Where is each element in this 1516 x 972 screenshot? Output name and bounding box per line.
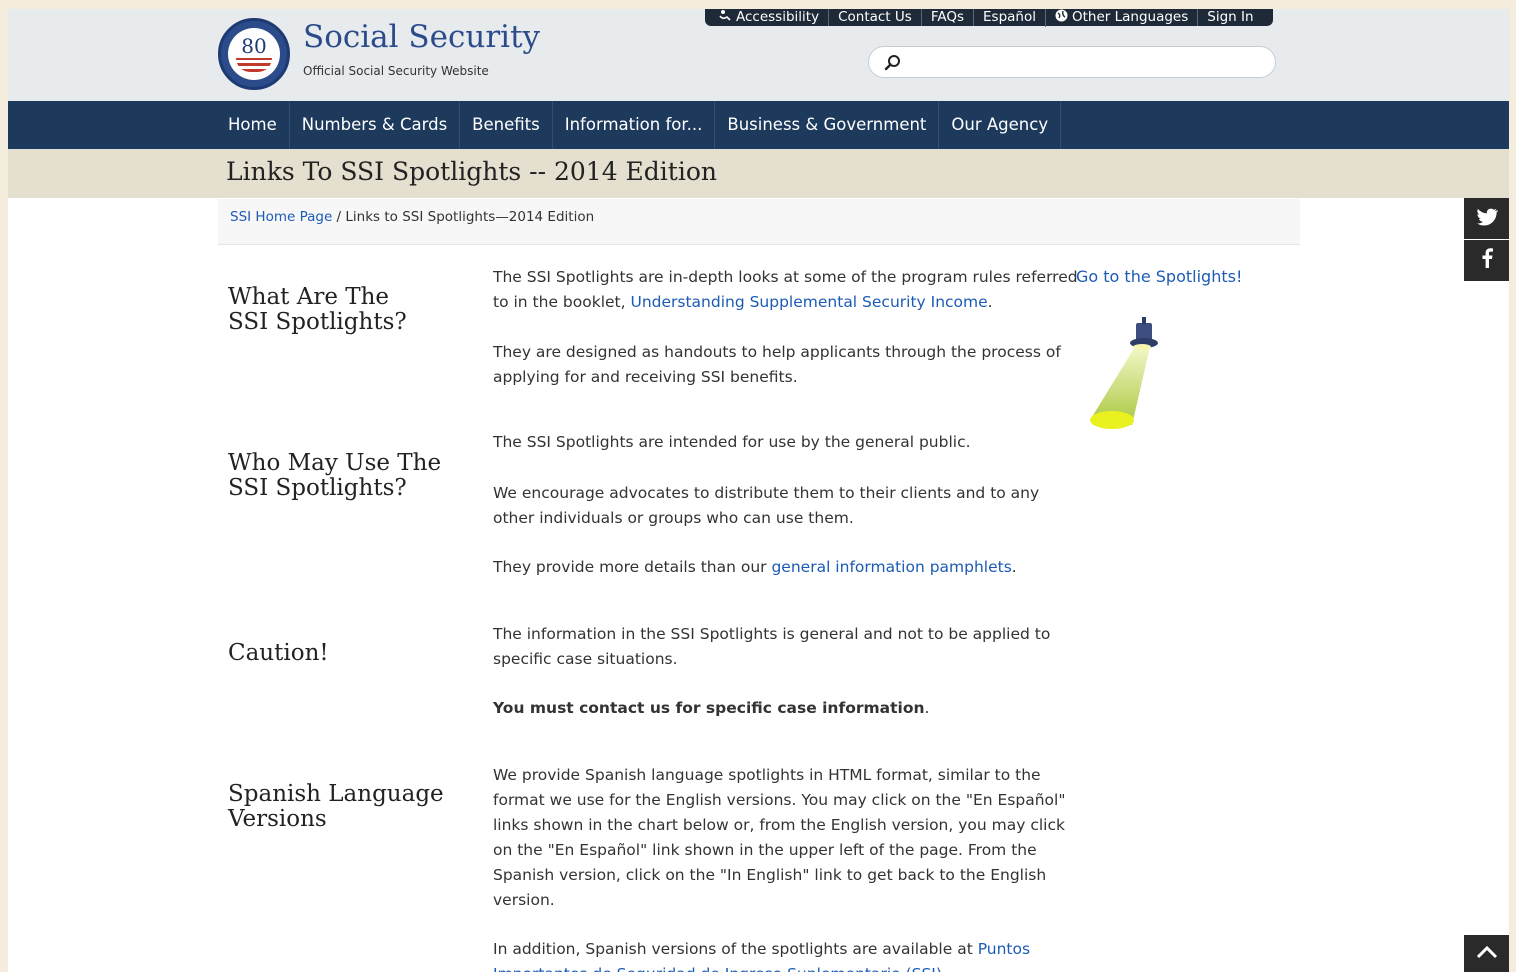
site-header: 80 Social Security Official Social Secur… bbox=[8, 9, 1509, 101]
search-box bbox=[868, 46, 1276, 78]
utility-link-espanol[interactable]: Español bbox=[973, 9, 1045, 26]
who-paragraph-2: We encourage advocates to distribute the… bbox=[493, 484, 1040, 527]
caution-paragraph-1: The information in the SSI Spotlights is… bbox=[493, 625, 1051, 668]
title-band: Links To SSI Spotlights -- 2014 Edition bbox=[8, 149, 1509, 198]
what-paragraph-2: They are designed as handouts to help ap… bbox=[493, 343, 1061, 386]
nav-item-benefits[interactable]: Benefits bbox=[460, 101, 553, 149]
facebook-share-button[interactable] bbox=[1464, 240, 1509, 281]
nav-item-information-for[interactable]: Information for... bbox=[553, 101, 716, 149]
spotlight-lamp-image[interactable] bbox=[1078, 317, 1178, 432]
nav-item-business-government[interactable]: Business & Government bbox=[715, 101, 940, 149]
main-nav: Home Numbers & Cards Benefits Informatio… bbox=[8, 101, 1509, 149]
caution-paragraph-2: You must contact us for specific case in… bbox=[493, 699, 930, 717]
seal-anniversary-number: 80 bbox=[241, 34, 267, 58]
utility-link-sign-in[interactable]: Sign In bbox=[1197, 9, 1262, 26]
general-information-pamphlets-link[interactable]: general information pamphlets bbox=[771, 558, 1011, 576]
utility-nav: Accessibility Contact Us FAQs Español Ot… bbox=[705, 9, 1273, 27]
section-heading-who: Who May Use The SSI Spotlights? bbox=[228, 450, 442, 501]
breadcrumb: SSI Home Page / Links to SSI Spotlights—… bbox=[218, 199, 1300, 245]
spanish-paragraph-1: We provide Spanish language spotlights i… bbox=[493, 766, 1066, 909]
section-heading-what: What Are The SSI Spotlights? bbox=[228, 284, 407, 335]
search-icon[interactable] bbox=[883, 53, 903, 73]
who-paragraph-1: The SSI Spotlights are intended for use … bbox=[493, 433, 971, 451]
nav-item-our-agency[interactable]: Our Agency bbox=[939, 101, 1062, 149]
breadcrumb-separator: / bbox=[332, 209, 346, 225]
utility-link-other-languages[interactable]: Other Languages bbox=[1044, 9, 1197, 27]
understanding-ssi-link[interactable]: Understanding Supplemental Security Inco… bbox=[630, 293, 987, 311]
go-to-spotlights-link[interactable]: Go to the Spotlights! bbox=[1076, 267, 1242, 286]
nav-item-numbers-cards[interactable]: Numbers & Cards bbox=[290, 101, 461, 149]
what-paragraph-1: The SSI Spotlights are in-depth looks at… bbox=[493, 268, 1078, 311]
breadcrumb-home-link[interactable]: SSI Home Page bbox=[230, 209, 332, 225]
back-to-top-button[interactable] bbox=[1464, 935, 1509, 972]
accessibility-icon bbox=[718, 9, 732, 26]
twitter-share-button[interactable] bbox=[1464, 198, 1509, 239]
brand-subtitle: Official Social Security Website bbox=[303, 64, 489, 78]
search-input[interactable] bbox=[911, 51, 1265, 75]
breadcrumb-current: Links to SSI Spotlights—2014 Edition bbox=[345, 209, 595, 225]
section-heading-caution: Caution! bbox=[228, 640, 329, 666]
who-paragraph-3: They provide more details than our gener… bbox=[493, 558, 1017, 576]
chevron-up-icon bbox=[1476, 944, 1498, 963]
page-title: Links To SSI Spotlights -- 2014 Edition bbox=[226, 157, 717, 186]
utility-link-accessibility[interactable]: Accessibility bbox=[709, 9, 828, 26]
brand-title[interactable]: Social Security bbox=[303, 19, 540, 55]
facebook-icon bbox=[1481, 248, 1493, 273]
twitter-icon bbox=[1476, 207, 1499, 231]
spanish-paragraph-2: In addition, Spanish versions of the spo… bbox=[493, 937, 1083, 972]
nav-item-home[interactable]: Home bbox=[216, 101, 290, 149]
page: 80 Social Security Official Social Secur… bbox=[8, 9, 1509, 972]
globe-icon bbox=[1055, 9, 1068, 27]
utility-link-contact[interactable]: Contact Us bbox=[828, 9, 921, 26]
ssa-seal-logo[interactable]: 80 bbox=[218, 18, 290, 90]
utility-link-faqs[interactable]: FAQs bbox=[920, 9, 973, 26]
section-heading-spanish: Spanish Language Versions bbox=[228, 781, 444, 832]
